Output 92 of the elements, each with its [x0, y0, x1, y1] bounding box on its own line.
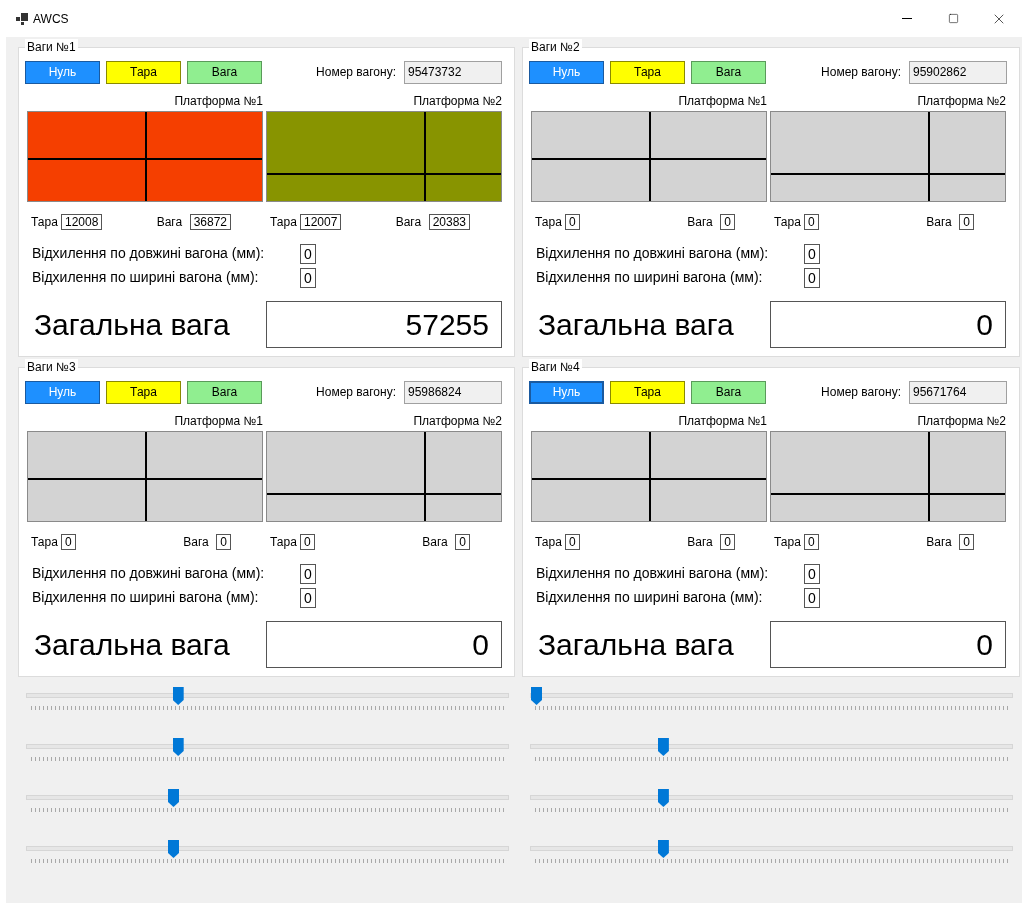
- platform-title: Платформа №1: [678, 94, 767, 108]
- weight-value: 0: [720, 534, 735, 550]
- deviation-value: 0: [300, 587, 316, 608]
- weight-label: Вага: [687, 534, 714, 551]
- wagon-number-label: Номер вагону:: [821, 64, 901, 81]
- wagon-number-label: Номер вагону:: [316, 64, 396, 81]
- platform-title: Платформа №1: [174, 414, 263, 428]
- wagon-number-field[interactable]: 95902862: [909, 60, 1007, 84]
- window-title: AWCS: [33, 10, 69, 28]
- slider-thumb[interactable]: [657, 738, 669, 756]
- slider-thumb[interactable]: [168, 840, 179, 858]
- deviation-label: Відхилення по довжині вагона (мм):: [32, 244, 266, 263]
- platform-title: Платформа №2: [917, 414, 1006, 428]
- wagon-number-field[interactable]: 95986824: [404, 380, 502, 404]
- action-button[interactable]: Вага: [691, 380, 766, 404]
- wagon-number-field[interactable]: 95671764: [909, 380, 1007, 404]
- deviation-value: 0: [804, 563, 820, 584]
- deviation-label: Відхилення по ширині вагона (мм):: [32, 268, 260, 287]
- action-button[interactable]: Вага: [187, 60, 262, 84]
- tare-value: 0: [61, 534, 76, 550]
- weight-label: Вага: [395, 214, 423, 231]
- total-weight-label: Загальна вага: [34, 307, 231, 343]
- tare-value: 0: [804, 534, 819, 550]
- deviation-label: Відхилення по ширині вагона (мм):: [536, 268, 764, 287]
- tare-label: Тара: [534, 534, 563, 551]
- total-weight-label: Загальна вага: [34, 627, 231, 663]
- platform-title: Платформа №2: [917, 94, 1006, 108]
- tare-value: 0: [565, 214, 580, 230]
- minimize-icon: [902, 18, 912, 19]
- action-button[interactable]: Вага: [691, 60, 766, 84]
- tare-value: 12008: [61, 214, 103, 230]
- wagon-number-label: Номер вагону:: [821, 384, 901, 401]
- total-weight-value: 0: [266, 621, 502, 668]
- total-weight-value: 0: [770, 301, 1006, 348]
- deviation-label: Відхилення по ширині вагона (мм):: [32, 588, 260, 607]
- total-weight-label: Загальна вага: [538, 627, 735, 663]
- slider-thumb[interactable]: [657, 840, 669, 858]
- weight-value: 0: [959, 534, 974, 550]
- weight-value: 36872: [189, 214, 231, 230]
- platform-title: Платформа №1: [678, 414, 767, 428]
- deviation-value: 0: [300, 243, 316, 264]
- slider-thumb[interactable]: [172, 738, 184, 756]
- weight-value: 0: [959, 214, 974, 230]
- weight-label: Вага: [422, 534, 449, 551]
- action-button[interactable]: Тара: [610, 380, 685, 404]
- weight-label: Вага: [156, 214, 184, 231]
- platform-title: Платформа №2: [413, 414, 502, 428]
- weight-label: Вага: [687, 214, 714, 231]
- wagon-number-label: Номер вагону:: [316, 384, 396, 401]
- platform-title: Платформа №2: [413, 94, 502, 108]
- tare-value: 0: [804, 214, 819, 230]
- total-weight-value: 0: [770, 621, 1006, 668]
- action-button[interactable]: Тара: [106, 380, 181, 404]
- tare-value: 12007: [300, 214, 342, 230]
- platform-title: Платформа №1: [174, 94, 263, 108]
- maximize-icon: [947, 13, 959, 24]
- weight-label: Вага: [926, 534, 953, 551]
- app-icon: [16, 12, 28, 25]
- deviation-value: 0: [804, 587, 820, 608]
- weight-value: 0: [455, 534, 470, 550]
- deviation-value: 0: [300, 267, 316, 288]
- tare-value: 0: [300, 534, 315, 550]
- tare-label: Тара: [534, 214, 563, 231]
- weight-value: 20383: [428, 214, 470, 230]
- total-weight-label: Загальна вага: [538, 307, 735, 343]
- action-button[interactable]: Тара: [610, 60, 685, 84]
- slider-thumb[interactable]: [657, 789, 669, 807]
- action-button[interactable]: Вага: [187, 380, 262, 404]
- weight-value: 0: [216, 534, 231, 550]
- tare-label: Тара: [773, 214, 802, 231]
- tare-label: Тара: [30, 534, 59, 551]
- weight-label: Вага: [183, 534, 210, 551]
- deviation-label: Відхилення по ширині вагона (мм):: [536, 588, 764, 607]
- total-weight-value: 57255: [266, 301, 502, 348]
- deviation-label: Відхилення по довжині вагона (мм):: [536, 564, 770, 583]
- action-button[interactable]: Тара: [106, 60, 181, 84]
- deviation-value: 0: [804, 267, 820, 288]
- deviation-value: 0: [300, 563, 316, 584]
- weight-label: Вага: [926, 214, 953, 231]
- deviation-label: Відхилення по довжині вагона (мм):: [536, 244, 770, 263]
- deviation-label: Відхилення по довжині вагона (мм):: [32, 564, 266, 583]
- tare-label: Тара: [773, 534, 802, 551]
- tare-value: 0: [565, 534, 580, 550]
- weight-value: 0: [720, 214, 735, 230]
- slider-thumb[interactable]: [168, 789, 179, 807]
- tare-label: Тара: [269, 534, 298, 551]
- tare-label: Тара: [30, 214, 59, 231]
- slider-thumb[interactable]: [531, 687, 542, 705]
- slider-thumb[interactable]: [172, 687, 184, 705]
- tare-label: Тара: [269, 214, 298, 231]
- deviation-value: 0: [804, 243, 820, 264]
- wagon-number-field[interactable]: 95473732: [404, 60, 502, 84]
